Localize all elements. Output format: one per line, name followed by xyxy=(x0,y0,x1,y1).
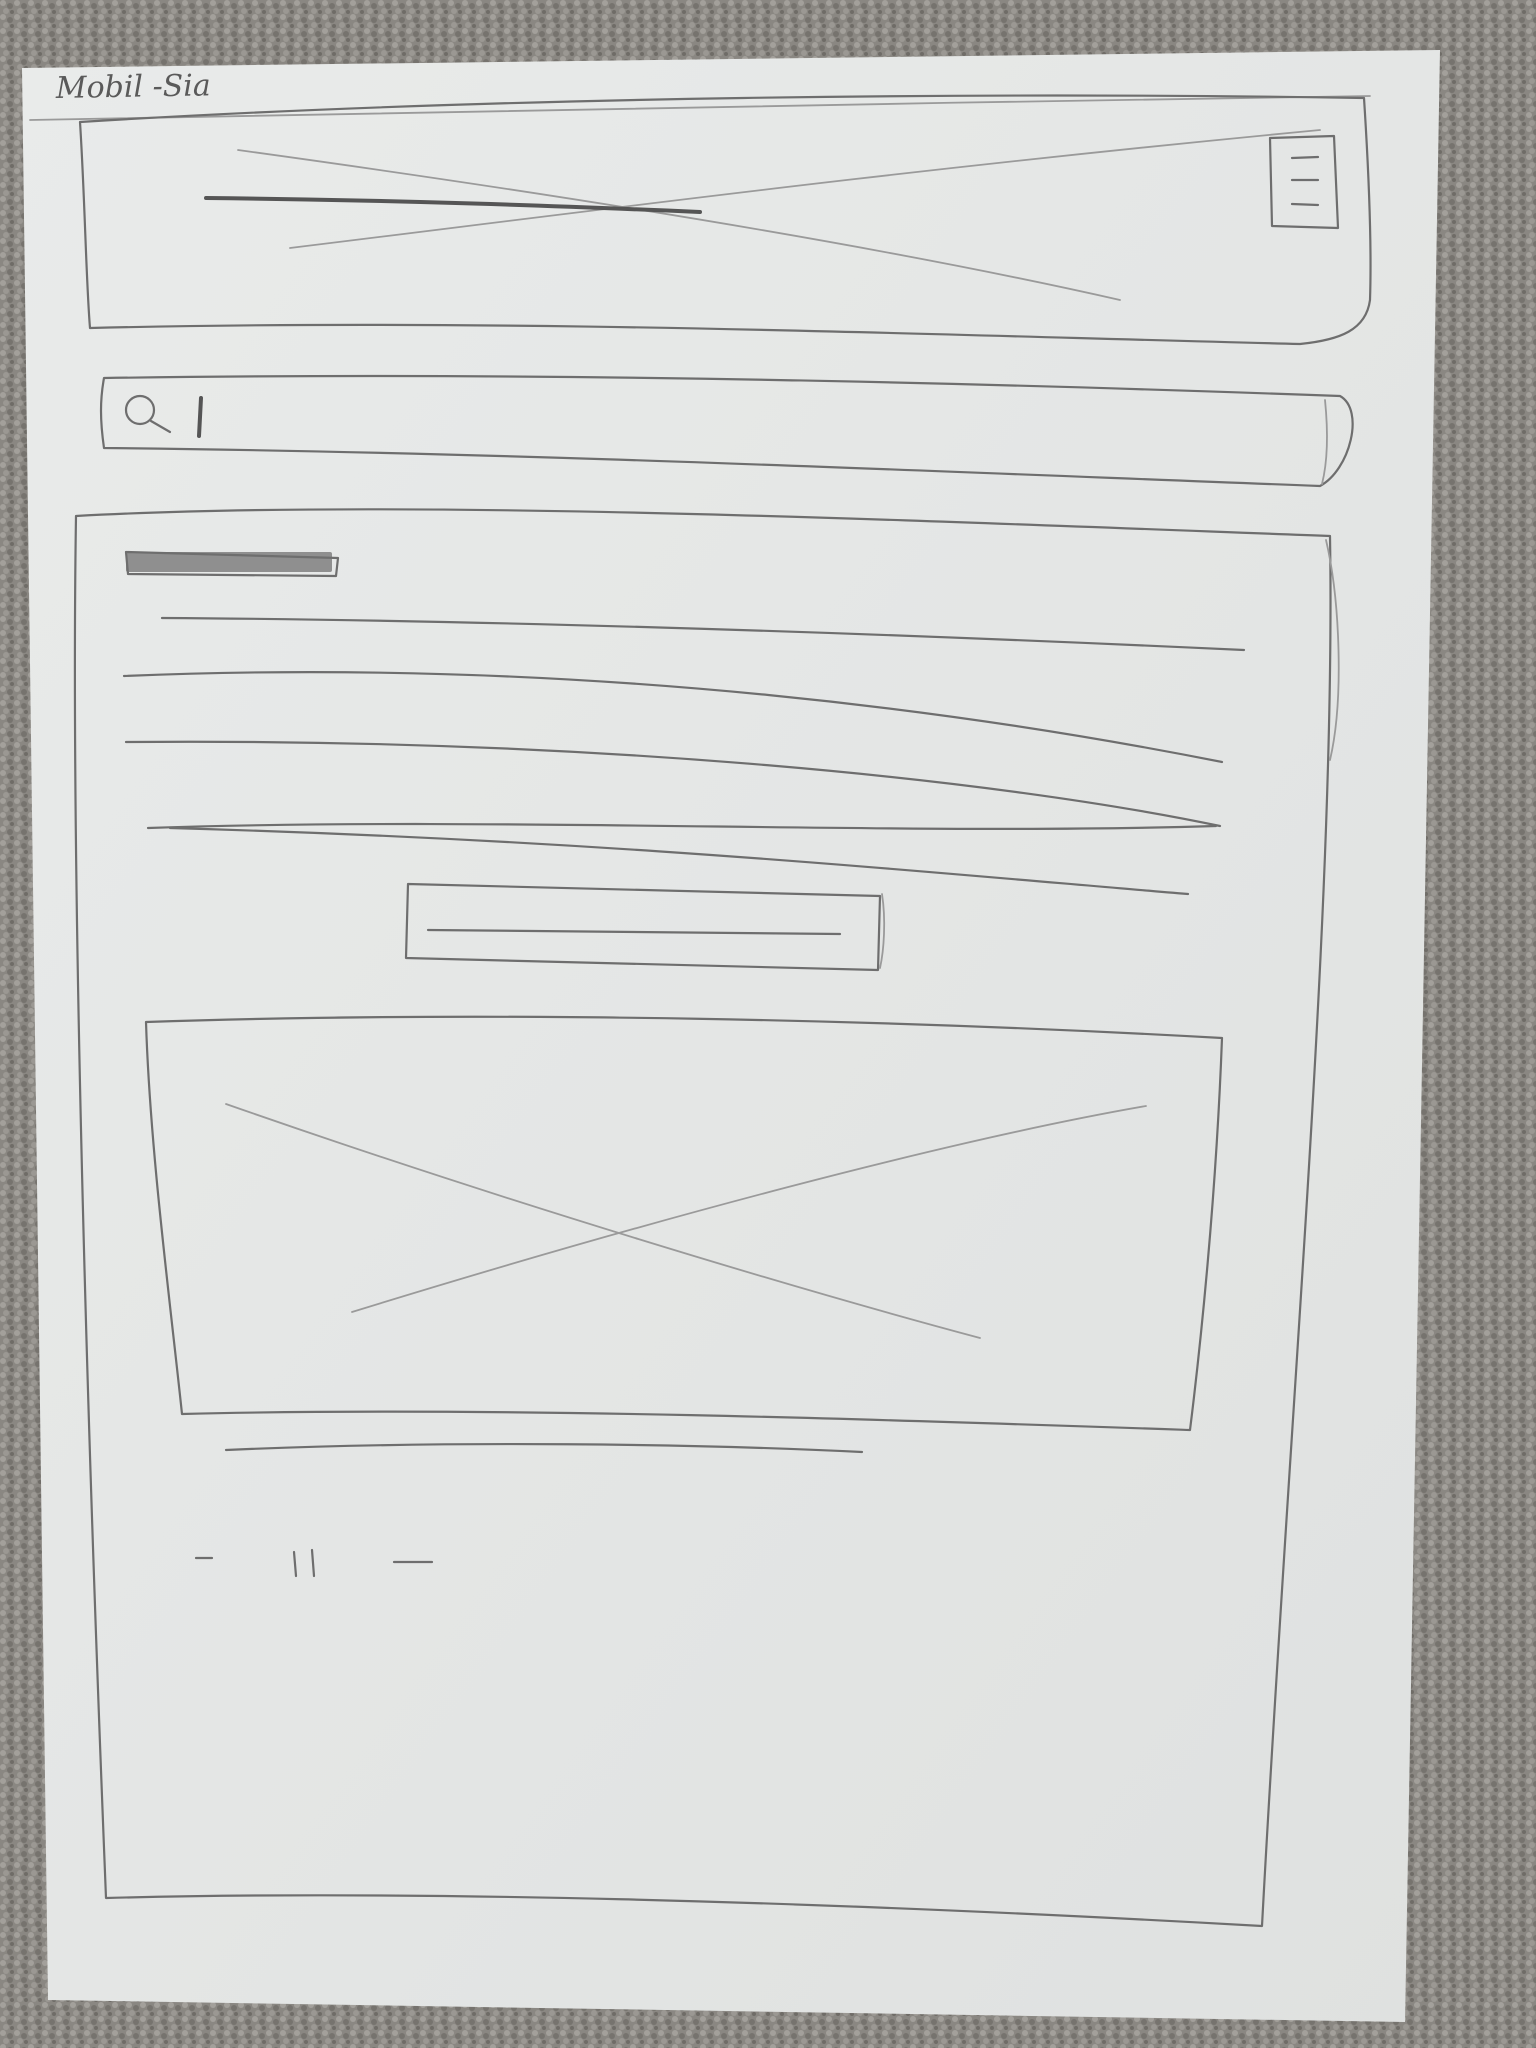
sketch-title: Mobil -Sia xyxy=(55,68,211,106)
paper-sheet xyxy=(22,50,1440,2022)
wireframe-sketch: Mobil -Sia xyxy=(0,0,1536,2048)
sketch-photo: Mobil -Sia xyxy=(0,0,1536,2048)
